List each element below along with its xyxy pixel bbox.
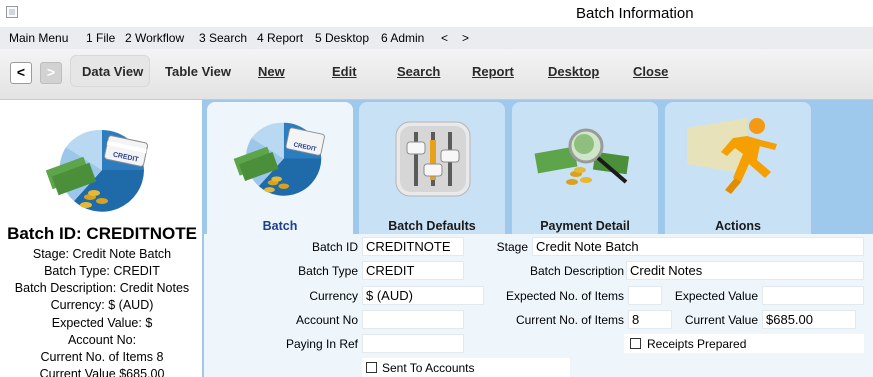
account-no-label: Account No [295,313,358,327]
money-card-pie-icon: CREDIT [233,122,325,196]
stage-field[interactable]: Credit Note Batch [532,237,864,256]
currency-label: Currency [309,289,358,303]
tab-strip: CREDIT Batch Batch Defaults Payment Deta… [204,100,873,234]
expected-value-field[interactable] [762,286,864,305]
data-view-button[interactable]: Data View [82,64,143,79]
currency-field[interactable]: $ (AUD) [362,286,484,305]
title-bar: Batch Information [0,0,873,27]
tab-actions-label: Actions [715,219,761,233]
search-button[interactable]: Search [397,64,440,79]
menu-report[interactable]: 4 Report [257,31,303,45]
sent-to-accounts-label: Sent To Accounts [382,361,475,375]
magnifier-money-icon [534,128,630,185]
expected-items-label: Expected No. of Items [505,289,624,303]
batch-id-field[interactable]: CREDITNOTE [362,237,464,256]
window-title: Batch Information [576,5,694,22]
new-button[interactable]: New [258,64,285,79]
tab-payment-detail-label: Payment Detail [540,219,630,233]
toolbar: < > Data View Table View New Edit Search… [0,49,873,100]
back-button[interactable]: < [10,62,32,84]
edit-button[interactable]: Edit [332,64,357,79]
batch-type-label: Batch Type [298,264,358,278]
current-value-label: Current Value [684,313,758,327]
app-icon [6,6,18,18]
running-man-icon [687,118,777,194]
summary-batch-type: Batch Type: CREDIT [44,264,160,278]
stage-label: Stage [496,240,528,254]
menu-desktop[interactable]: 5 Desktop [315,31,369,45]
expected-items-field[interactable] [628,286,662,305]
batch-id-label: Batch ID [311,240,358,254]
menu-search[interactable]: 3 Search [199,31,247,45]
sent-to-accounts-checkbox[interactable] [366,362,377,373]
menu-scroll-left[interactable]: < [441,31,448,45]
batch-form: Batch ID CREDITNOTE Stage Credit Note Ba… [204,234,873,377]
tab-batch-label: Batch [262,219,298,233]
tab-payment-detail[interactable]: Payment Detail [512,102,658,234]
tab-batch[interactable]: CREDIT Batch [207,102,353,234]
summary-current-value: Current Value $685.00 [39,367,165,377]
menu-admin[interactable]: 6 Admin [381,31,424,45]
menu-workflow[interactable]: 2 Workflow [125,31,184,45]
report-button[interactable]: Report [472,64,514,79]
expected-value-label: Expected Value [674,289,758,303]
summary-account-no: Account No: [67,333,137,347]
batch-id-heading: Batch ID: CREDITNOTE [7,224,197,243]
menu-bar: Main Menu 1 File 2 Workflow 3 Search 4 R… [0,27,873,49]
paying-in-ref-label: Paying In Ref [285,337,358,351]
batch-type-field[interactable]: CREDIT [362,261,464,280]
current-items-field[interactable]: 8 [628,310,672,329]
receipts-prepared-checkbox[interactable] [630,338,641,349]
menu-main[interactable]: Main Menu [9,31,68,45]
menu-file[interactable]: 1 File [86,31,115,45]
mixer-sliders-icon [395,121,471,197]
batch-description-label: Batch Description [529,264,624,278]
paying-in-ref-field[interactable] [362,334,464,353]
tab-actions[interactable]: Actions [665,102,811,234]
summary-current-items: Current No. of Items 8 [40,350,164,364]
receipts-prepared-label: Receipts Prepared [647,337,747,351]
current-items-label: Current No. of Items [515,313,624,327]
tab-batch-defaults-label: Batch Defaults [388,219,476,233]
summary-panel: CREDIT Batch ID: CREDITNOTE Stage: Credi… [0,100,204,377]
summary-expected-value: Expected Value: $ [51,316,153,330]
table-view-button[interactable]: Table View [165,64,231,79]
money-card-pie-icon: CREDIT [45,129,148,212]
batch-description-field[interactable]: Credit Notes [626,261,864,280]
summary-currency: Currency: $ (AUD) [50,298,154,312]
tab-batch-defaults[interactable]: Batch Defaults [359,102,505,234]
close-button[interactable]: Close [633,64,668,79]
account-no-field[interactable] [362,310,464,329]
summary-batch-description: Batch Description: Credit Notes [14,281,190,295]
forward-button[interactable]: > [40,62,62,84]
summary-stage: Stage: Credit Note Batch [32,247,172,261]
menu-scroll-right[interactable]: > [462,31,469,45]
current-value-field[interactable]: $685.00 [762,310,856,329]
desktop-button[interactable]: Desktop [548,64,599,79]
